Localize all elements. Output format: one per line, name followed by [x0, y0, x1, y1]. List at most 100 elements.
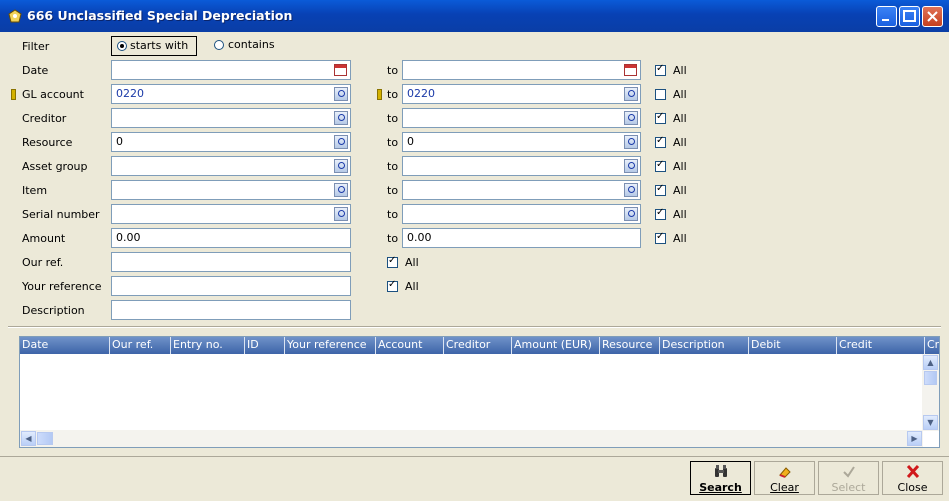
item-all-label: All	[673, 184, 687, 197]
scroll-down-icon[interactable]: ▼	[923, 415, 938, 430]
creditor-to-label: to	[387, 112, 399, 125]
your-reference-field[interactable]	[111, 276, 351, 296]
gl-account-all-checkbox[interactable]	[655, 89, 666, 100]
column-header-credit[interactable]: Credit	[837, 337, 925, 354]
description-field[interactable]	[111, 300, 351, 320]
your-reference-label: Your reference	[22, 280, 102, 293]
lookup-icon[interactable]	[334, 87, 348, 101]
horizontal-scroll-thumb[interactable]	[37, 432, 53, 445]
item-to-field[interactable]	[402, 180, 641, 200]
lookup-icon[interactable]	[624, 183, 638, 197]
lookup-icon[interactable]	[624, 207, 638, 221]
asset-group-label: Asset group	[22, 160, 88, 173]
resource-all-checkbox[interactable]	[655, 135, 666, 148]
close-window-button[interactable]	[922, 6, 943, 27]
our-ref-field[interactable]	[111, 252, 351, 272]
date-to-field[interactable]	[402, 60, 641, 80]
column-header-id[interactable]: ID	[245, 337, 285, 354]
your-reference-all-checkbox[interactable]	[387, 279, 398, 292]
horizontal-scrollbar[interactable]: ◀ ▶	[20, 430, 923, 447]
gl-account-to-field[interactable]: 0220	[402, 84, 641, 104]
item-all-checkbox[interactable]	[655, 183, 666, 196]
column-header-resource[interactable]: Resource	[600, 337, 660, 354]
asset-group-all-checkbox[interactable]	[655, 159, 666, 172]
lookup-icon[interactable]	[334, 135, 348, 149]
serial-number-all-checkbox[interactable]	[655, 207, 666, 220]
results-grid[interactable]: Date Our ref. Entry no. ID Your referenc…	[19, 336, 940, 448]
serial-number-to-field[interactable]	[402, 204, 641, 224]
creditor-to-field[interactable]	[402, 108, 641, 128]
column-header-date[interactable]: Date	[20, 337, 110, 354]
close-button[interactable]: Close	[882, 461, 943, 495]
contains-radio[interactable]	[214, 40, 224, 50]
maximize-icon	[903, 10, 916, 22]
lookup-icon[interactable]	[334, 111, 348, 125]
contains-label[interactable]: contains	[228, 38, 275, 51]
title-bar[interactable]: 666 Unclassified Special Depreciation	[0, 0, 949, 32]
scroll-up-icon[interactable]: ▲	[923, 355, 938, 370]
asset-group-to-field[interactable]	[402, 156, 641, 176]
select-button[interactable]: Select	[818, 461, 879, 495]
gl-account-from-field[interactable]: 0220	[111, 84, 351, 104]
minimize-button[interactable]	[876, 6, 897, 27]
your-reference-all-label: All	[405, 280, 419, 293]
column-header-amount[interactable]: Amount (EUR)	[512, 337, 600, 354]
vertical-scroll-thumb[interactable]	[924, 371, 937, 385]
clear-button[interactable]: Clear	[754, 461, 815, 495]
starts-with-radio[interactable]	[117, 41, 127, 51]
creditor-all-checkbox[interactable]	[655, 111, 666, 124]
our-ref-label: Our ref.	[22, 256, 64, 269]
lookup-icon[interactable]	[624, 135, 638, 149]
lookup-icon[interactable]	[334, 159, 348, 173]
serial-number-label: Serial number	[22, 208, 100, 221]
resource-to-label: to	[387, 136, 399, 149]
resource-from-field[interactable]: 0	[111, 132, 351, 152]
column-header-entry-no[interactable]: Entry no.	[171, 337, 245, 354]
maximize-button[interactable]	[899, 6, 920, 27]
our-ref-all-checkbox[interactable]	[387, 255, 398, 268]
lookup-icon[interactable]	[624, 87, 638, 101]
amount-all-checkbox[interactable]	[655, 231, 666, 244]
calendar-icon[interactable]	[334, 64, 347, 76]
search-button[interactable]: Search	[690, 461, 751, 495]
date-all-checkbox[interactable]	[655, 63, 666, 76]
filter-label: Filter	[22, 40, 50, 53]
filter-option-starts-with[interactable]: starts with	[111, 36, 197, 56]
column-header-your-reference[interactable]: Your reference	[285, 337, 376, 354]
item-from-field[interactable]	[111, 180, 351, 200]
column-header-description[interactable]: Description	[660, 337, 749, 354]
lookup-icon[interactable]	[624, 159, 638, 173]
asset-group-all-label: All	[673, 160, 687, 173]
column-header-creditor[interactable]: Creditor	[444, 337, 512, 354]
date-to-label: to	[387, 64, 399, 77]
scroll-right-icon[interactable]: ▶	[907, 431, 922, 446]
amount-to-value: 0.00	[407, 231, 432, 244]
description-label: Description	[22, 304, 85, 317]
column-header-account[interactable]: Account	[376, 337, 444, 354]
date-from-field[interactable]	[111, 60, 351, 80]
creditor-from-field[interactable]	[111, 108, 351, 128]
gl-account-label: GL account	[22, 88, 84, 101]
calendar-icon[interactable]	[624, 64, 637, 76]
amount-from-field[interactable]: 0.00	[111, 228, 351, 248]
scroll-left-icon[interactable]: ◀	[21, 431, 36, 446]
dialog-window: 666 Unclassified Special Depreciation Fi…	[0, 0, 949, 500]
minimize-icon	[882, 19, 889, 21]
column-header-our-ref[interactable]: Our ref.	[110, 337, 171, 354]
column-header-debit[interactable]: Debit	[749, 337, 837, 354]
vertical-scrollbar[interactable]: ▲ ▼	[922, 354, 939, 431]
gl-account-to-value: 0220	[407, 87, 435, 100]
gl-account-to-label: to	[387, 88, 399, 101]
resource-to-field[interactable]: 0	[402, 132, 641, 152]
our-ref-all-label: All	[405, 256, 419, 269]
resource-all-label: All	[673, 136, 687, 149]
serial-number-from-field[interactable]	[111, 204, 351, 224]
app-icon	[8, 9, 22, 23]
column-header-cr[interactable]: Cr	[925, 337, 939, 354]
amount-to-field[interactable]: 0.00	[402, 228, 641, 248]
asset-group-from-field[interactable]	[111, 156, 351, 176]
lookup-icon[interactable]	[334, 207, 348, 221]
required-marker	[377, 89, 382, 100]
lookup-icon[interactable]	[334, 183, 348, 197]
lookup-icon[interactable]	[624, 111, 638, 125]
